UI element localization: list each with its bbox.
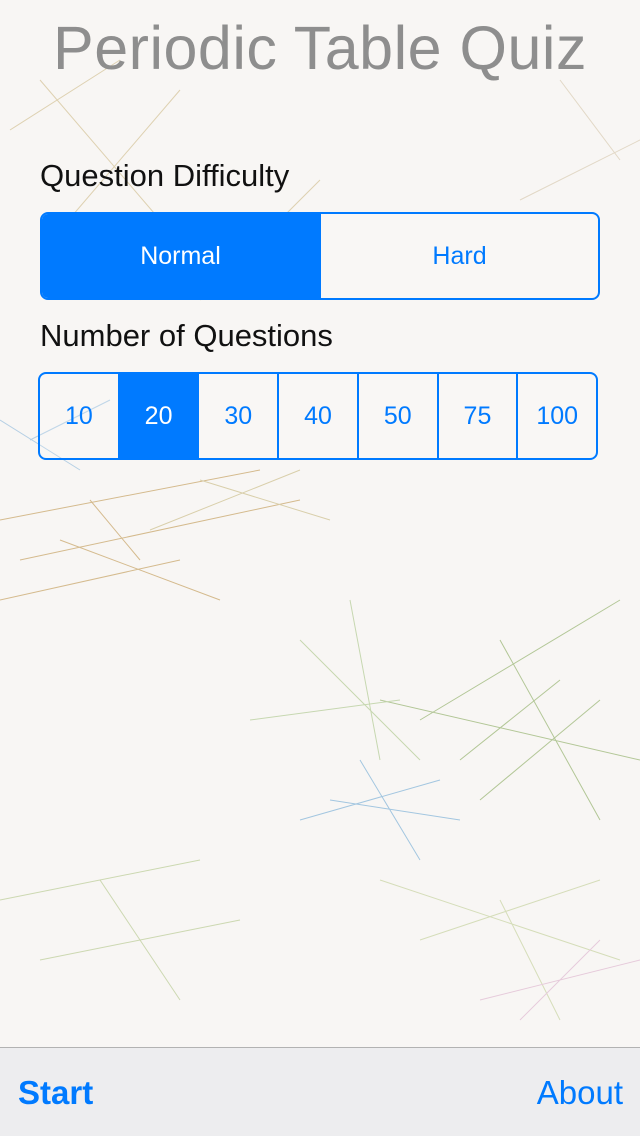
question-count-option-75[interactable]: 75 bbox=[436, 374, 517, 458]
question-count-option-100[interactable]: 100 bbox=[516, 374, 596, 458]
question-count-option-20[interactable]: 20 bbox=[117, 374, 198, 458]
start-button[interactable]: Start bbox=[18, 1074, 93, 1112]
app-screen: Periodic Table Quiz Question Difficulty … bbox=[0, 0, 640, 1136]
difficulty-segmented-control: Normal Hard bbox=[40, 212, 600, 300]
difficulty-label: Question Difficulty bbox=[40, 158, 290, 193]
questions-label: Number of Questions bbox=[40, 318, 333, 353]
question-count-option-30[interactable]: 30 bbox=[197, 374, 277, 458]
question-count-option-50[interactable]: 50 bbox=[356, 374, 437, 458]
difficulty-option-hard[interactable]: Hard bbox=[319, 214, 598, 298]
question-count-option-40[interactable]: 40 bbox=[277, 374, 357, 458]
question-count-option-10[interactable]: 10 bbox=[40, 374, 118, 458]
page-title: Periodic Table Quiz bbox=[53, 14, 587, 82]
question-count-segmented-control: 10 20 30 40 50 75 100 bbox=[38, 372, 598, 460]
bottom-toolbar: Start About bbox=[0, 1047, 640, 1136]
about-button[interactable]: About bbox=[537, 1074, 623, 1112]
difficulty-option-normal[interactable]: Normal bbox=[42, 214, 319, 298]
